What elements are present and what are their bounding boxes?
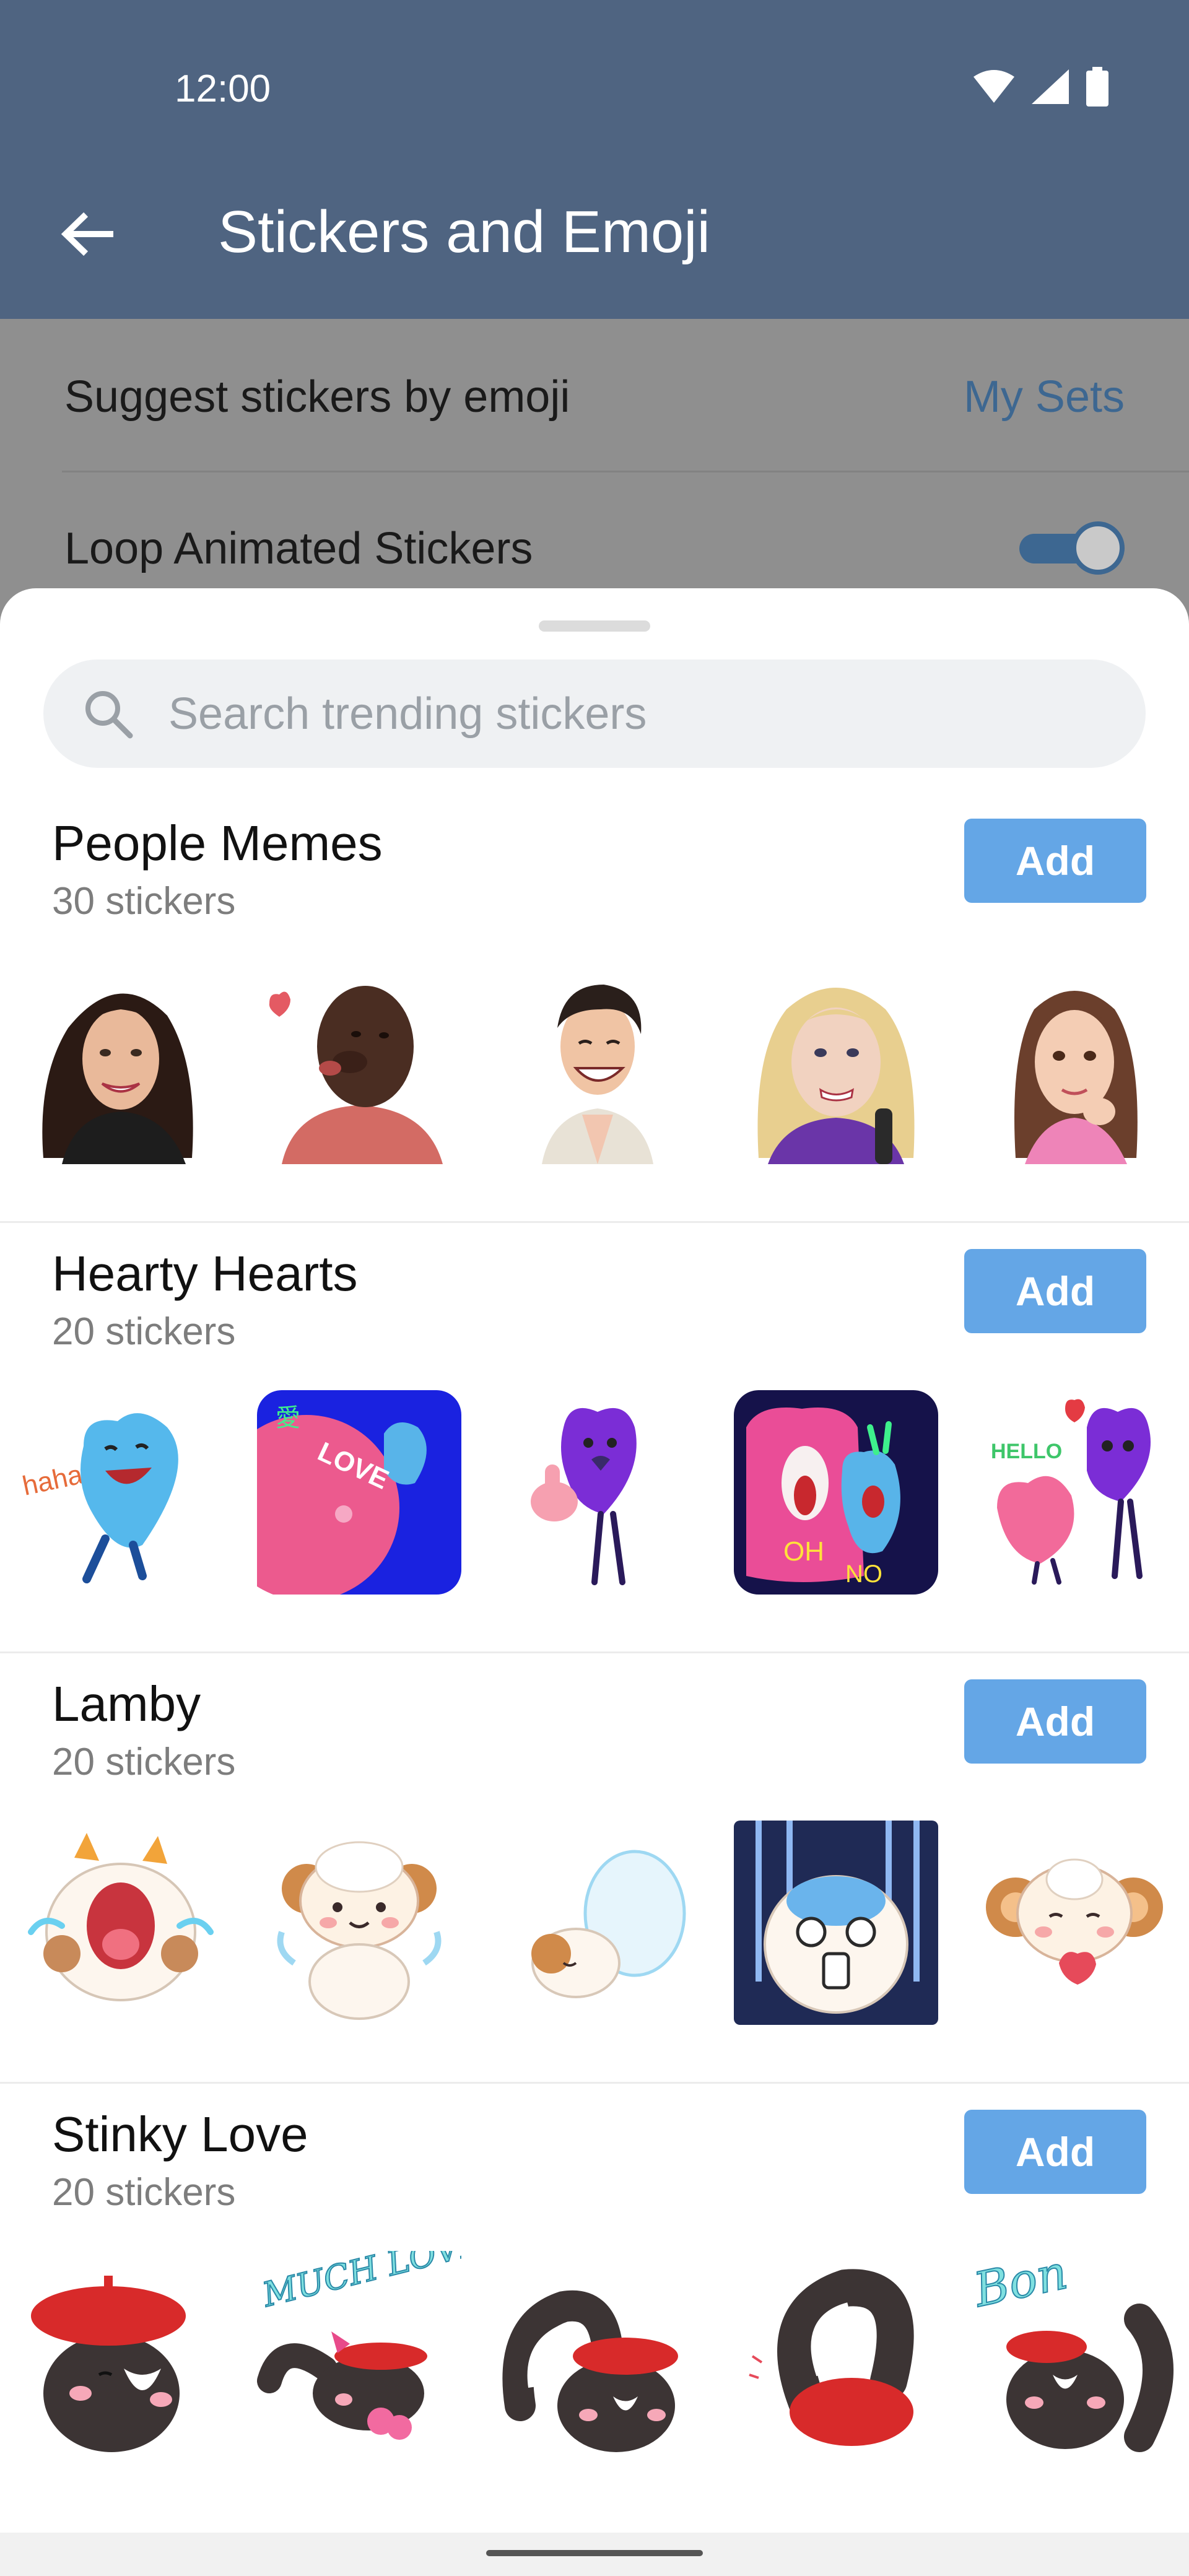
add-pack-button[interactable]: Add — [964, 1249, 1146, 1333]
oh-no-sticker[interactable]: OH NO — [734, 1390, 938, 1595]
purple-heart-thumbs-up-sticker[interactable] — [495, 1390, 700, 1595]
home-gesture-handle[interactable] — [486, 2550, 703, 2556]
oh-text: OH — [783, 1536, 824, 1567]
lamb-shocked-sticker[interactable] — [734, 1821, 938, 2025]
loop-animated-label: Loop Animated Stickers — [64, 524, 533, 573]
pack-count: 20 stickers — [52, 1741, 236, 1783]
drag-handle[interactable] — [539, 620, 650, 632]
skunk-bon-sticker[interactable]: Bon — [972, 2251, 1177, 2455]
toggle-knob — [1071, 521, 1125, 575]
girl-thinking-sticker[interactable] — [972, 960, 1177, 1164]
app-bar: 12:00 Stickers and Emoji — [0, 0, 1189, 319]
much-love-text: MUCH LOVE — [258, 2251, 461, 2315]
add-pack-button[interactable]: Add — [964, 819, 1146, 903]
blue-heart-laughing-sticker[interactable]: haha — [19, 1390, 223, 1595]
settings-list: Suggest stickers by emoji My Sets Loop A… — [0, 319, 1189, 591]
pack-title: People Memes — [52, 816, 383, 871]
skunk-beret-2-sticker[interactable] — [495, 2251, 700, 2455]
wifi-icon — [973, 70, 1014, 103]
signal-icon — [1032, 69, 1069, 104]
no-text: NO — [845, 1560, 882, 1588]
add-pack-button[interactable]: Add — [964, 1679, 1146, 1764]
blonde-woman-sticker[interactable] — [734, 960, 938, 1164]
suggest-stickers-label: Suggest stickers by emoji — [64, 372, 570, 422]
lamb-sleeping-sticker[interactable] — [495, 1821, 700, 2025]
system-navigation-bar — [0, 2533, 1189, 2576]
arrow-left-icon — [61, 212, 113, 256]
pack-title: Hearty Hearts — [52, 1246, 358, 1301]
status-icons — [973, 67, 1108, 107]
battery-icon — [1086, 67, 1108, 107]
back-button[interactable] — [56, 203, 118, 265]
hello-text: HELLO — [991, 1440, 1062, 1463]
man-heart-sticker[interactable] — [257, 960, 461, 1164]
pack-count: 20 stickers — [52, 1310, 236, 1353]
skunk-much-love-sticker[interactable]: MUCH LOVE — [257, 2251, 461, 2455]
pack-count: 30 stickers — [52, 880, 236, 923]
love-char-text: 愛 — [276, 1404, 300, 1432]
skunk-beret-sticker[interactable] — [19, 2251, 223, 2455]
search-icon — [85, 690, 133, 738]
lamb-love-sticker[interactable] — [972, 1821, 1177, 2025]
search-bar[interactable] — [43, 659, 1146, 768]
sticker-row: MUCH LOVE Bon — [0, 2251, 1189, 2455]
sticker-row — [0, 1821, 1189, 2025]
search-input[interactable] — [167, 687, 1099, 740]
woman-dark-hair-sticker[interactable] — [19, 960, 223, 1164]
lamb-smiling-sticker[interactable] — [257, 1821, 461, 2025]
divider — [62, 471, 1189, 472]
skunk-hiding-sticker[interactable] — [734, 2251, 938, 2455]
lamb-crying-sticker[interactable] — [19, 1821, 223, 2025]
sticker-pack: Hearty Hearts 20 stickers Add haha LOVE … — [0, 1223, 1189, 1653]
sticker-row — [0, 960, 1189, 1164]
add-pack-button[interactable]: Add — [964, 2110, 1146, 2194]
sticker-pack: Stinky Love 20 stickers Add MUCH LOVE Bo… — [0, 2084, 1189, 2514]
hello-hearts-sticker[interactable]: HELLO — [972, 1390, 1177, 1595]
status-time: 12:00 — [175, 67, 271, 110]
pack-title: Lamby — [52, 1676, 201, 1731]
pack-count: 20 stickers — [52, 2171, 236, 2214]
page-title: Stickers and Emoji — [218, 199, 710, 265]
haha-text: haha — [20, 1459, 85, 1501]
sticker-row: haha LOVE 愛 OH NO HELLO — [0, 1390, 1189, 1595]
man-laughing-sticker[interactable] — [495, 960, 700, 1164]
trending-stickers-sheet: People Memes 30 stickers Add — [0, 588, 1189, 2533]
love-kiss-sticker[interactable]: LOVE 愛 — [257, 1390, 461, 1595]
sticker-pack: Lamby 20 stickers Add — [0, 1653, 1189, 2084]
loop-animated-toggle[interactable] — [1019, 520, 1125, 576]
sticker-pack: People Memes 30 stickers Add — [0, 793, 1189, 1223]
pack-title: Stinky Love — [52, 2107, 308, 2162]
bon-text: Bon — [972, 2251, 1072, 2318]
my-sets-link[interactable]: My Sets — [964, 372, 1125, 422]
